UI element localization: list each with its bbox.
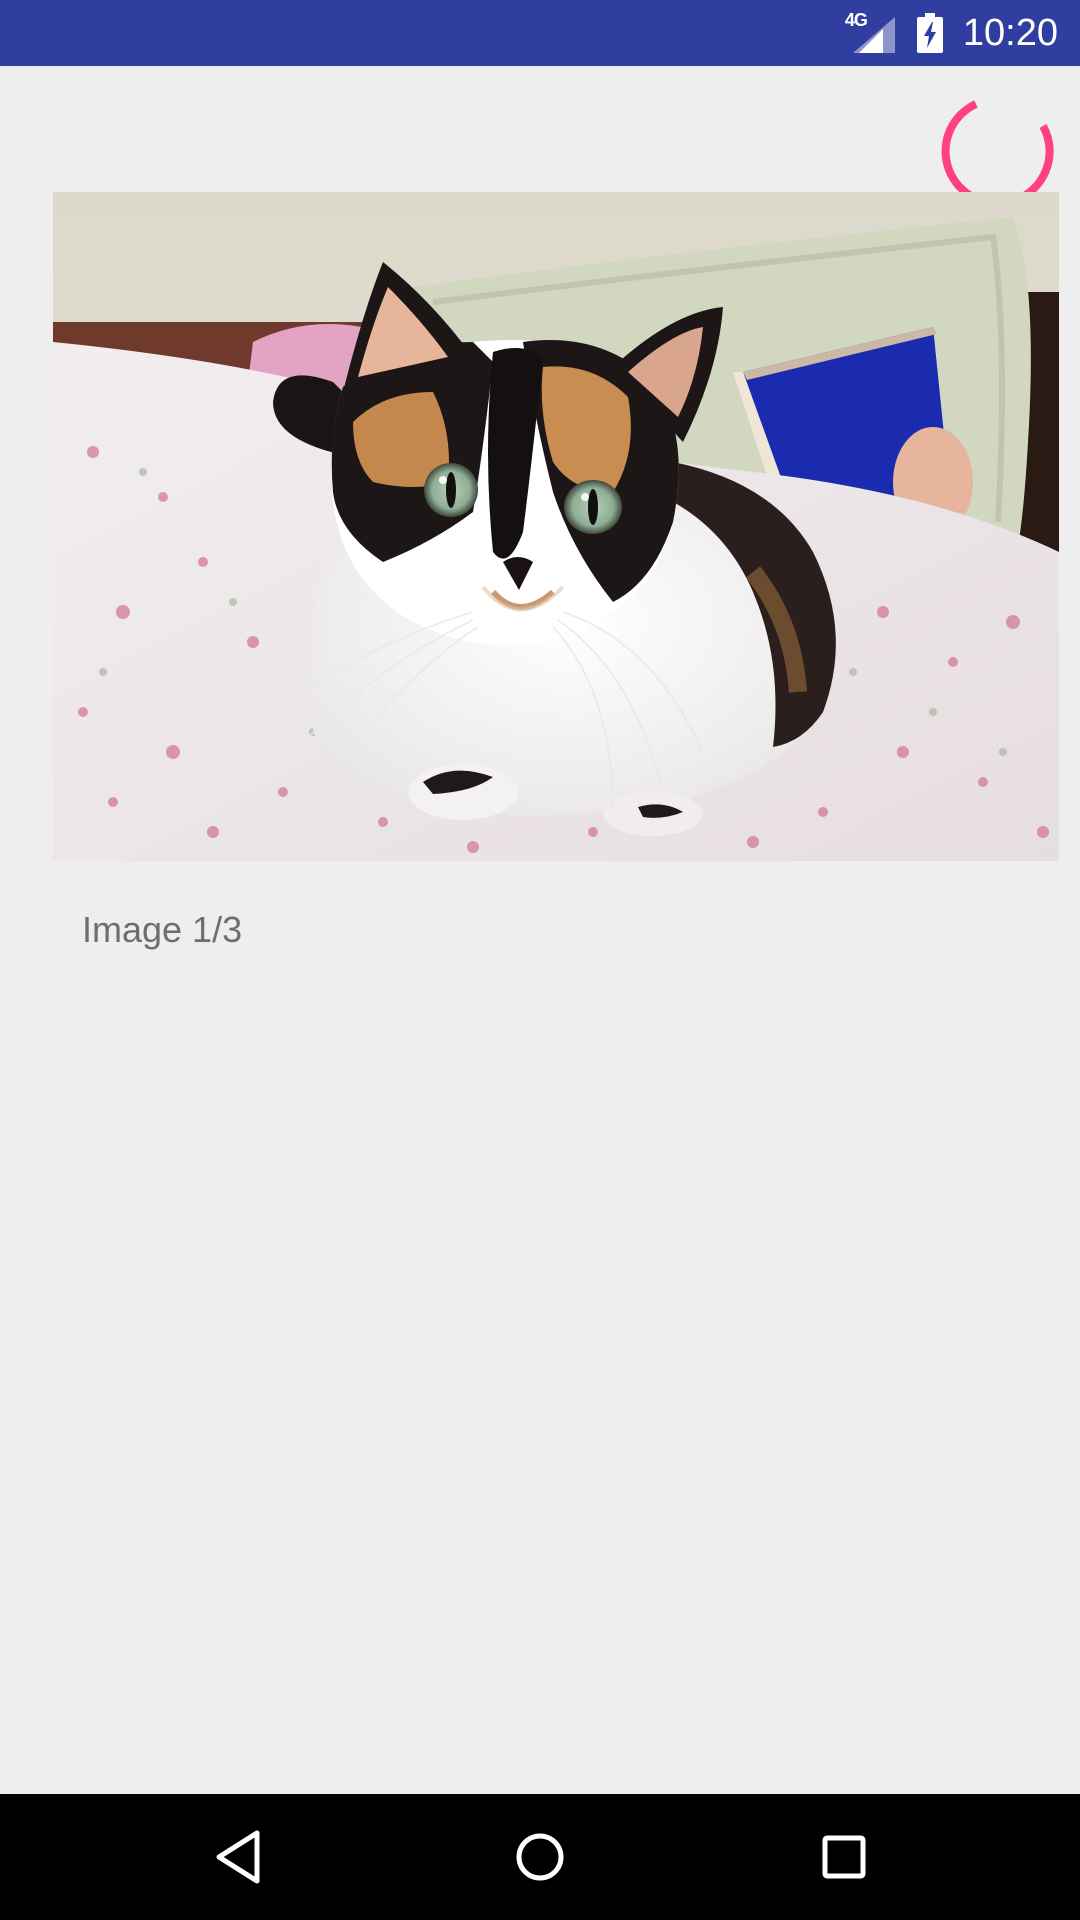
battery-charging-icon <box>916 13 943 53</box>
status-bar: 4G 10:20 <box>0 0 1080 66</box>
loading-spinner-icon <box>941 100 1054 200</box>
recents-icon <box>822 1835 866 1879</box>
back-button[interactable] <box>208 1827 268 1887</box>
cat-photo <box>53 192 1059 861</box>
signal-icon <box>852 17 895 53</box>
network-indicator: 4G <box>845 11 895 55</box>
screen: 4G 10:20 Image 1/3 <box>0 0 1080 1920</box>
gallery-image[interactable] <box>53 192 1059 861</box>
status-icons: 4G 10:20 <box>845 0 1058 66</box>
recents-button[interactable] <box>814 1827 874 1887</box>
navigation-bar <box>0 1794 1080 1920</box>
home-icon <box>516 1833 564 1881</box>
image-counter-caption: Image 1/3 <box>82 909 243 950</box>
status-clock: 10:20 <box>962 12 1058 54</box>
home-button[interactable] <box>510 1827 570 1887</box>
back-icon <box>216 1830 260 1884</box>
